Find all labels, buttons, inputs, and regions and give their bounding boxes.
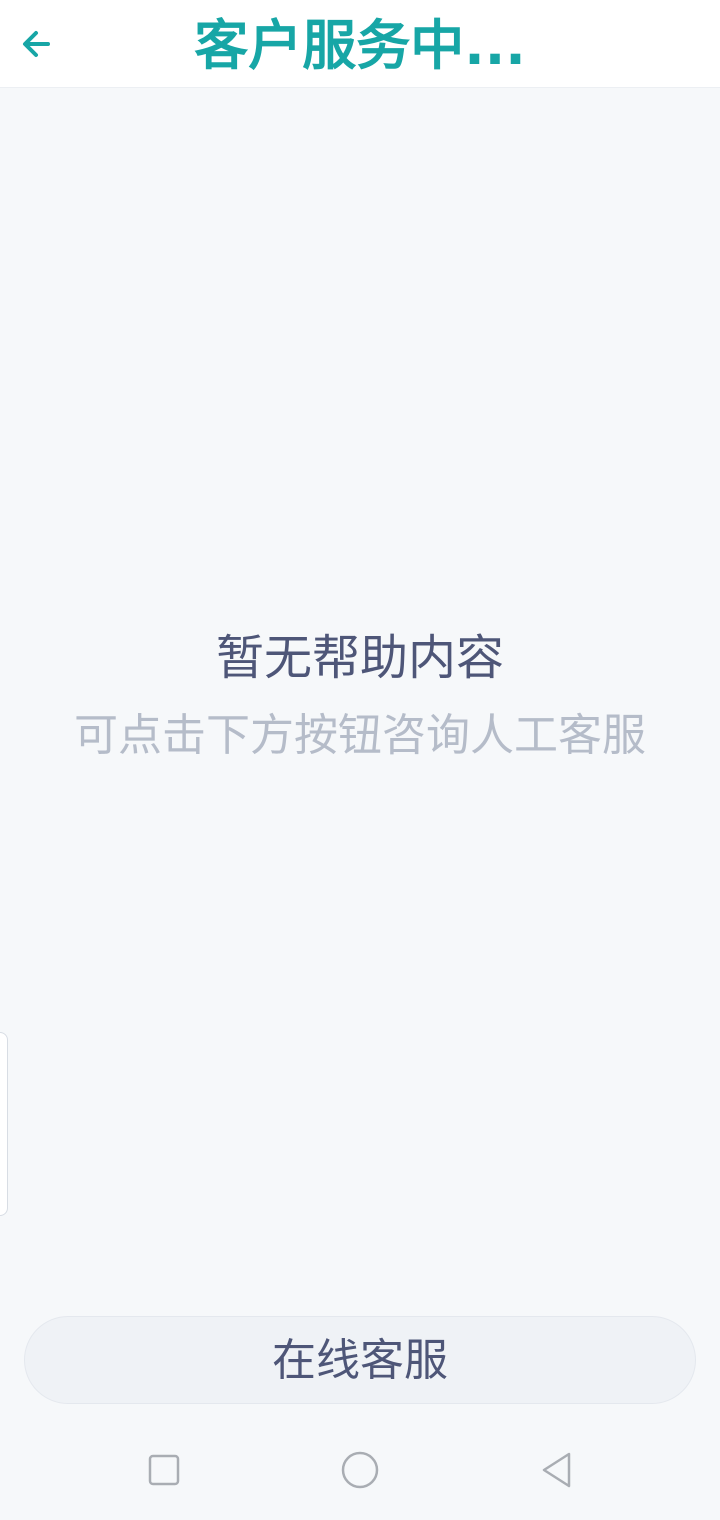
system-navigation-bar <box>0 1420 720 1520</box>
home-button[interactable] <box>336 1446 384 1494</box>
empty-state-title: 暂无帮助内容 <box>215 630 504 686</box>
header-bar: 客户服务中... <box>0 0 720 88</box>
side-drawer-handle[interactable] <box>0 1032 8 1216</box>
back-button[interactable] <box>10 18 62 70</box>
page-title: 客户服务中... <box>194 14 526 77</box>
arrow-left-icon <box>23 31 50 57</box>
recent-apps-button[interactable] <box>140 1446 188 1494</box>
square-icon <box>148 1454 180 1486</box>
system-back-button[interactable] <box>532 1446 580 1494</box>
online-service-button[interactable]: 在线客服 <box>24 1316 696 1404</box>
triangle-back-icon <box>542 1452 571 1488</box>
empty-state-subtitle: 可点击下方按钮咨询人工客服 <box>74 710 646 761</box>
circle-icon <box>341 1451 379 1489</box>
